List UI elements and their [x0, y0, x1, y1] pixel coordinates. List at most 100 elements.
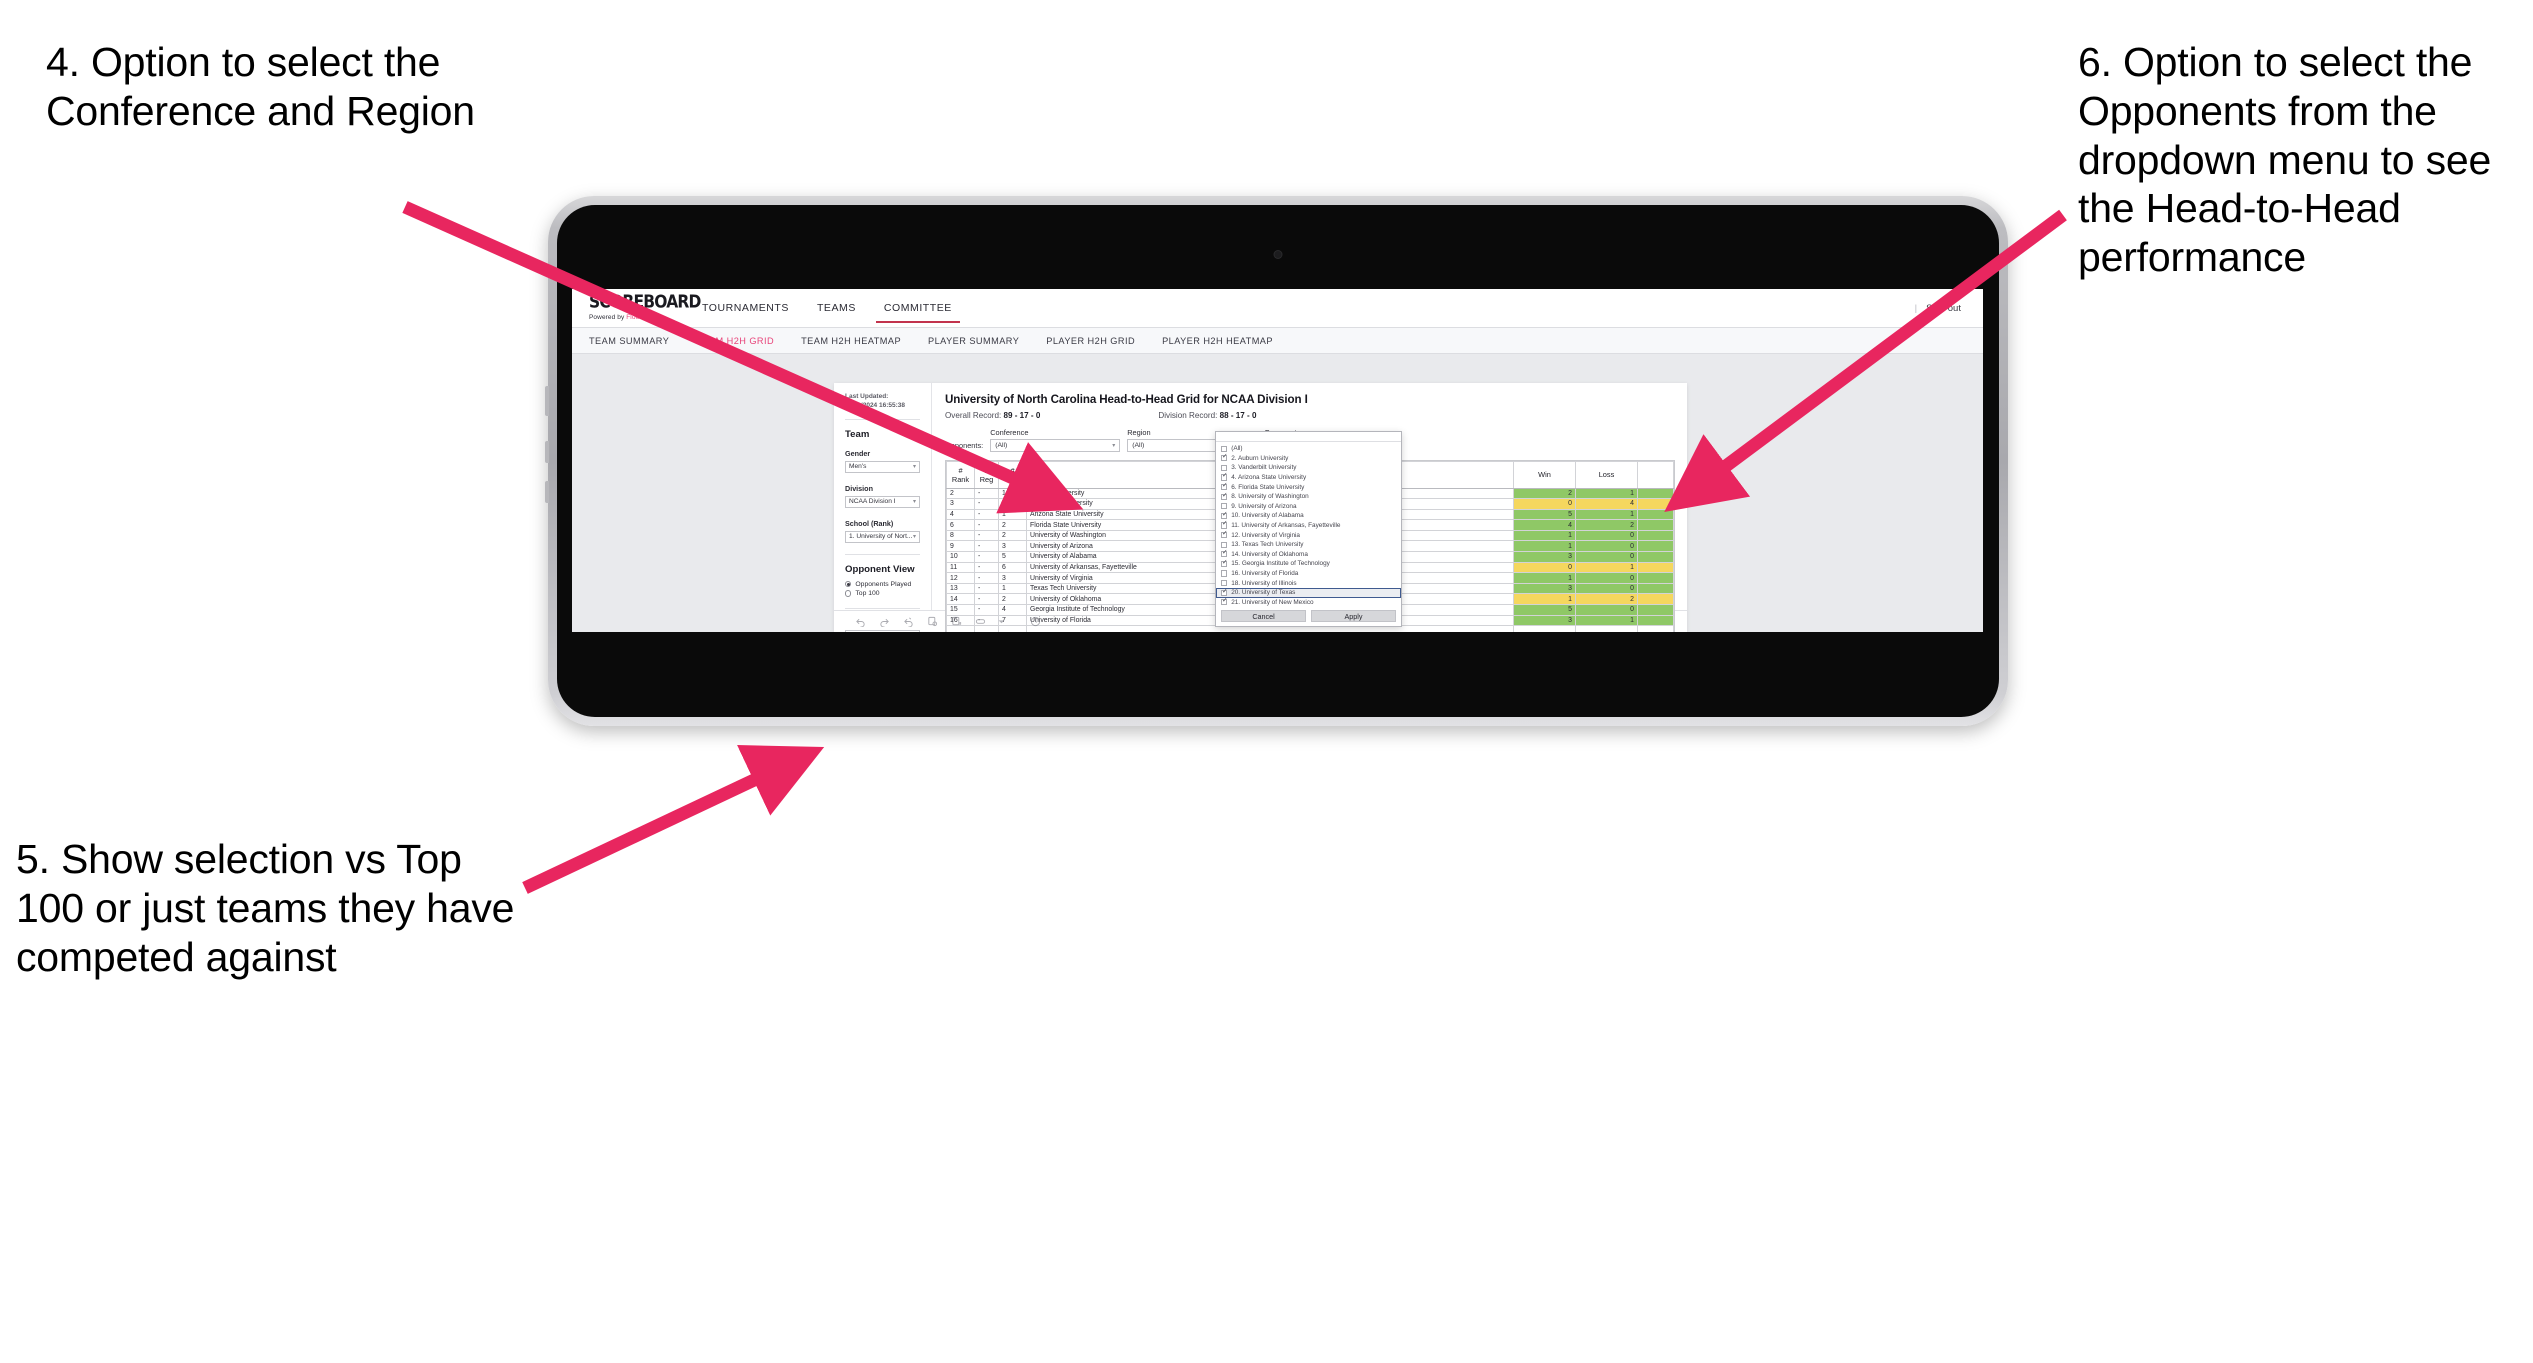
opponent-option[interactable]: 14. University of Oklahoma [1216, 550, 1401, 560]
cancel-button[interactable]: Cancel [1221, 610, 1306, 622]
cell-conf: 1 [998, 487, 1027, 500]
opponent-option-list[interactable]: (All)2. Auburn University 3. Vanderbilt U… [1216, 442, 1401, 607]
chevron-down-icon: ▾ [912, 534, 916, 541]
screenshot-root: 4. Option to select the Conference and R… [0, 0, 2533, 1363]
checkbox-icon[interactable] [1221, 464, 1228, 472]
cell-reg: - [974, 572, 999, 584]
checkbox-icon[interactable] [1221, 454, 1228, 462]
checkbox-icon[interactable] [1221, 531, 1228, 539]
cell-rank: 9 [946, 540, 975, 553]
radio-top-100[interactable]: Top 100 [845, 590, 920, 597]
checkbox-icon[interactable] [1221, 580, 1228, 587]
subnav-player-h2h-grid[interactable]: PLAYER H2H GRID [1046, 336, 1135, 346]
rail-divider-1 [845, 418, 920, 420]
checkbox-icon[interactable] [1221, 493, 1228, 500]
refresh-icon[interactable] [926, 615, 939, 628]
cell-win: 1 [1513, 593, 1576, 606]
nav-tournaments[interactable]: TOURNAMENTS [688, 289, 803, 327]
subnav-player-summary[interactable]: PLAYER SUMMARY [928, 336, 1019, 346]
subnav-player-h2h-heatmap[interactable]: PLAYER H2H HEATMAP [1162, 336, 1273, 346]
opponent-option-label: 8. University of Washington [1231, 493, 1309, 501]
cell-win: 1 [1513, 529, 1576, 542]
opponent-option[interactable]: 6. Florida State University [1216, 482, 1401, 492]
rail-divider-2 [845, 553, 920, 555]
brand-logo[interactable]: SCOREBOARD Powered by Flood [572, 289, 701, 327]
conference-select[interactable]: (All) ▾ [990, 439, 1121, 452]
cell-reg: - [974, 540, 999, 553]
opponent-option[interactable]: 21. University of New Mexico [1216, 598, 1401, 608]
cell-win: 2 [1513, 487, 1576, 500]
gender-value: Men's [849, 463, 867, 471]
opponent-option[interactable]: 16. University of Florida [1216, 569, 1401, 579]
cell-conf: 2 [998, 593, 1027, 606]
checkbox-icon[interactable] [1221, 598, 1228, 606]
cell-loss: 0 [1575, 551, 1638, 563]
cell-loss: 2 [1575, 593, 1638, 606]
opponent-option[interactable]: 11. University of Arkansas, Fayetteville [1216, 521, 1401, 531]
opponent-search-input[interactable] [1216, 432, 1401, 442]
revert-icon[interactable] [902, 615, 915, 628]
opponent-option[interactable]: 18. University of Illinois [1216, 578, 1401, 588]
chevron-down-icon: ▾ [1112, 442, 1116, 449]
cell-reg: - [974, 487, 999, 500]
opponent-option[interactable]: 3. Vanderbilt University [1216, 463, 1401, 473]
checkbox-icon[interactable] [1221, 521, 1228, 529]
checkbox-icon[interactable] [1221, 503, 1228, 510]
camera-icon [1274, 251, 1282, 258]
subnav-team-summary[interactable]: TEAM SUMMARY [589, 336, 669, 346]
opponent-option[interactable]: 10. University of Alabama [1216, 511, 1401, 521]
opponent-option[interactable]: 15. Georgia Institute of Technology [1216, 559, 1401, 569]
checkbox-icon[interactable] [1221, 560, 1228, 568]
radio-opponents-played[interactable]: Opponents Played [845, 581, 920, 588]
opponent-option-label: 9. University of Arizona [1231, 502, 1297, 510]
school-value: 1. University of Nort... [849, 533, 913, 541]
opponent-option[interactable]: 9. University of Arizona [1216, 502, 1401, 512]
school-label: School (Rank) [845, 518, 894, 528]
history-icon[interactable] [1029, 615, 1042, 628]
school-select[interactable]: 1. University of Nort... ▾ [845, 530, 920, 543]
opponent-option[interactable]: 20. University of Texas [1216, 587, 1401, 598]
overall-record-value: 89 - 17 - 0 [1003, 411, 1041, 420]
colour-by-select[interactable]: Win/loss ▾ [845, 630, 920, 632]
nav-teams[interactable]: TEAMS [803, 289, 870, 327]
opponent-option[interactable]: (All) [1216, 444, 1401, 454]
cell-conf: 6 [998, 561, 1027, 574]
opponent-option[interactable]: 4. Arizona State University [1216, 473, 1401, 483]
opponent-option[interactable]: 8. University of Washington [1216, 492, 1401, 502]
checkbox-icon[interactable] [1221, 483, 1228, 491]
tablet-volume-up-button [545, 441, 549, 463]
tablet-display: SCOREBOARD Powered by Flood TOURNAMENTS … [572, 289, 1983, 632]
chevron-down-icon[interactable] [998, 615, 1005, 628]
opponent-option[interactable]: 12. University of Virginia [1216, 530, 1401, 540]
col-loss: Loss [1575, 460, 1638, 489]
redo-icon[interactable] [878, 615, 891, 628]
gender-select[interactable]: Men's ▾ [845, 460, 920, 473]
subnav-team-h2h-grid[interactable]: TEAM H2H GRID [696, 336, 774, 346]
division-select[interactable]: NCAA Division I ▾ [845, 495, 920, 508]
col-conf: # Conf [998, 460, 1027, 489]
opponent-option-label: 21. University of New Mexico [1231, 598, 1314, 606]
apply-button[interactable]: Apply [1311, 610, 1396, 622]
cell-conf: 3 [998, 540, 1027, 553]
cell-conf: 4 [998, 604, 1027, 616]
share-icon[interactable] [974, 615, 987, 628]
checkbox-icon[interactable] [1221, 541, 1228, 548]
brand-tagline-accent: Flood [626, 314, 643, 322]
app-topbar: SCOREBOARD Powered by Flood TOURNAMENTS … [572, 289, 1983, 327]
sign-out-link[interactable]: Sign out [1926, 303, 1961, 314]
checkbox-icon[interactable] [1221, 589, 1228, 596]
cell-reg: - [974, 593, 999, 606]
opponent-option[interactable]: 2. Auburn University [1216, 454, 1401, 464]
checkbox-icon[interactable] [1221, 570, 1228, 577]
opponent-option-label: 13. Texas Tech University [1231, 541, 1304, 549]
cell-conf: 1 [998, 508, 1027, 521]
pause-icon[interactable] [950, 615, 963, 628]
undo-icon[interactable] [854, 615, 867, 628]
checkbox-icon[interactable] [1221, 550, 1228, 558]
checkbox-icon[interactable] [1221, 473, 1228, 481]
opponent-option[interactable]: 13. Texas Tech University [1216, 540, 1401, 550]
subnav-team-h2h-heatmap[interactable]: TEAM H2H HEATMAP [801, 336, 901, 346]
checkbox-icon[interactable] [1221, 512, 1228, 520]
checkbox-icon[interactable] [1221, 445, 1228, 452]
nav-committee[interactable]: COMMITTEE [870, 289, 966, 327]
